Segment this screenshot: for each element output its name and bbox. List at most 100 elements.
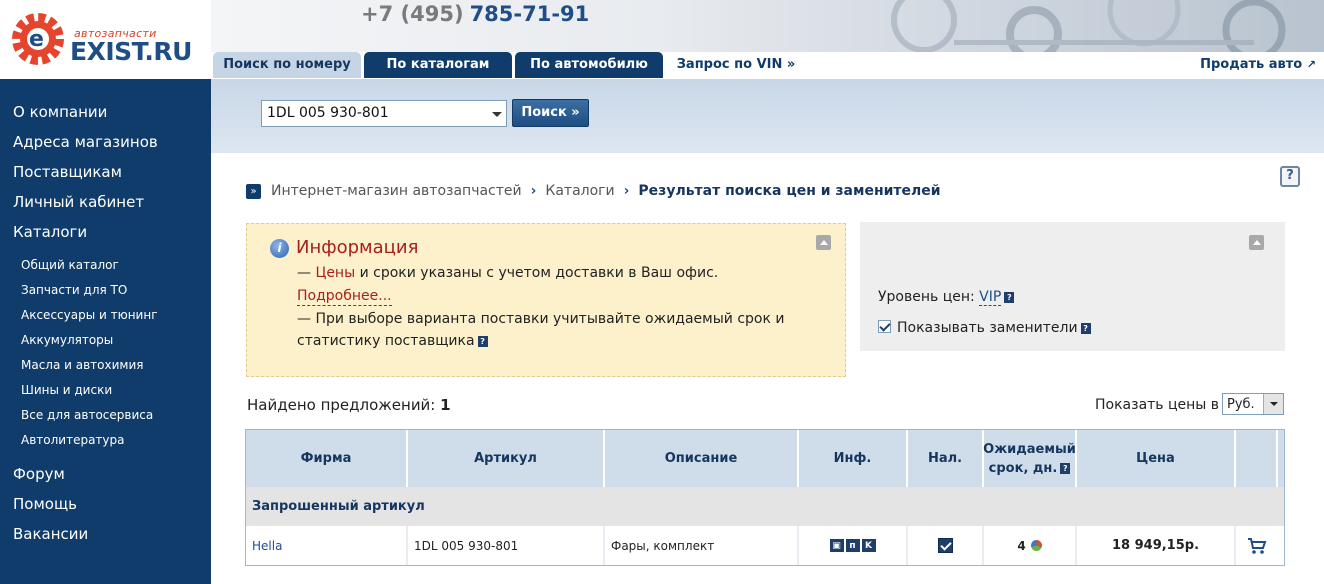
- question-icon[interactable]: ?: [477, 335, 488, 347]
- info-dash: —: [297, 265, 316, 281]
- sidebar-item-jobs[interactable]: Вакансии: [13, 525, 88, 543]
- breadcrumb-catalogs[interactable]: Каталоги: [545, 183, 614, 199]
- chevron-down-icon[interactable]: [1263, 394, 1283, 414]
- info-line-prices: — Цены и сроки указаны с учетом доставки…: [297, 265, 718, 281]
- more-details-link[interactable]: Подробнее...: [297, 288, 392, 306]
- show-substitutes-row: Показывать заменители?: [878, 320, 1091, 336]
- sidebar-sub-tires[interactable]: Шины и диски: [21, 383, 112, 397]
- part-number-input[interactable]: 1DL 005 930-801: [261, 100, 507, 127]
- breadcrumb: » Интернет-магазин автозапчастей › Катал…: [246, 181, 941, 201]
- group-title: Запрошенный артикул: [252, 499, 425, 514]
- sidebar-item-stores[interactable]: Адреса магазинов: [13, 133, 158, 151]
- collapse-settings-button[interactable]: [1249, 235, 1264, 250]
- show-substitutes-checkbox[interactable]: [878, 320, 891, 333]
- results-table: Фирма Артикул Описание Инф. Нал. Ожидаем…: [245, 429, 1285, 566]
- pn-icon[interactable]: п: [845, 539, 860, 552]
- search-button[interactable]: Поиск »: [512, 99, 589, 127]
- prices-link[interactable]: Цены: [315, 265, 355, 281]
- offers-found-count: 1: [440, 396, 451, 414]
- breadcrumb-separator-icon: ›: [623, 183, 630, 199]
- sidebar-item-suppliers[interactable]: Поставщикам: [13, 163, 122, 181]
- question-icon[interactable]: ?: [1060, 462, 1071, 474]
- sidebar-sub-batteries[interactable]: Аккумуляторы: [21, 333, 113, 347]
- engine-banner-image: [891, 0, 1286, 52]
- breadcrumb-current: Результат поиска цен и заменителей: [638, 183, 941, 199]
- col-availability[interactable]: Нал.: [908, 430, 984, 487]
- in-stock-check-icon: [937, 538, 953, 553]
- pie-chart-icon[interactable]: [1030, 540, 1042, 551]
- row-article: 1DL 005 930-801: [408, 526, 605, 565]
- row-term: 4: [984, 526, 1077, 565]
- col-term-line2: срок, дн.: [988, 460, 1058, 476]
- col-cart: [1236, 430, 1278, 487]
- row-firm: Hella: [246, 526, 408, 565]
- cart-icon[interactable]: [1247, 537, 1267, 555]
- breadcrumb-separator-icon: ›: [530, 183, 537, 199]
- sidebar-item-forum[interactable]: Форум: [13, 465, 65, 483]
- question-icon[interactable]: ?: [1004, 291, 1015, 303]
- col-price[interactable]: Цена: [1077, 430, 1236, 487]
- sidebar-item-account[interactable]: Личный кабинет: [13, 193, 144, 211]
- price-settings-panel: Уровень цен: VIP? Показывать заменители?: [860, 222, 1285, 351]
- camera-icon[interactable]: ▣: [829, 539, 844, 552]
- currency-select[interactable]: Руб.: [1222, 393, 1284, 415]
- sidebar-item-catalogs[interactable]: Каталоги: [13, 223, 87, 241]
- row-cart: [1236, 526, 1278, 565]
- sidebar-item-about[interactable]: О компании: [13, 103, 107, 121]
- breadcrumb-arrow-icon: »: [246, 183, 261, 199]
- phone-number: +7 (495) 785-71-91: [361, 2, 589, 26]
- col-description[interactable]: Описание: [605, 430, 799, 487]
- collapse-info-button[interactable]: [816, 235, 831, 250]
- sidebar: О компании Адреса магазинов Поставщикам …: [0, 79, 211, 584]
- k-icon[interactable]: K: [861, 539, 876, 552]
- row-price: 18 949,15р.: [1077, 526, 1236, 565]
- sidebar-sub-maintenance-parts[interactable]: Запчасти для ТО: [21, 283, 127, 297]
- currency-label: Показать цены в: [1095, 397, 1220, 413]
- offers-found-label: Найдено предложений:: [247, 396, 436, 414]
- sidebar-sub-general-catalog[interactable]: Общий каталог: [21, 258, 119, 272]
- group-row-requested: Запрошенный артикул: [246, 487, 1284, 526]
- firm-link[interactable]: Hella: [252, 539, 282, 553]
- sidebar-sub-literature[interactable]: Автолитература: [21, 433, 125, 447]
- col-article[interactable]: Артикул: [408, 430, 605, 487]
- header-banner: +7 (495) 785-71-91: [211, 0, 1324, 52]
- sidebar-sub-accessories[interactable]: Аксессуары и тюнинг: [21, 308, 158, 322]
- sidebar-sub-oils[interactable]: Масла и автохимия: [21, 358, 143, 372]
- sell-car-link[interactable]: Продать авто ↗: [1200, 57, 1316, 72]
- gear-logo-icon: e: [12, 13, 64, 65]
- tab-by-car[interactable]: По автомобилю: [515, 52, 663, 78]
- sidebar-item-help[interactable]: Помощь: [13, 495, 77, 513]
- col-term-line2-wrap: срок, дн.?: [989, 459, 1071, 478]
- sidebar-sub-service[interactable]: Все для автосервиса: [21, 408, 153, 422]
- table-row: Hella 1DL 005 930-801 Фары, комплект ▣ п…: [246, 526, 1284, 565]
- tab-search-by-number[interactable]: Поиск по номеру: [213, 52, 361, 78]
- external-link-icon: ↗: [1306, 58, 1316, 71]
- info-panel: i Информация — Цены и сроки указаны с уч…: [246, 223, 846, 377]
- search-panel: 1DL 005 930-801 Поиск »: [211, 79, 1324, 153]
- help-icon[interactable]: ?: [1280, 166, 1300, 187]
- price-value: 18 949,15р.: [1111, 538, 1200, 553]
- offers-found: Найдено предложений: 1: [247, 396, 451, 414]
- col-term[interactable]: Ожидаемый срок, дн.?: [983, 430, 1077, 487]
- table-header: Фирма Артикул Описание Инф. Нал. Ожидаем…: [246, 430, 1284, 487]
- info-title: Информация: [296, 237, 419, 258]
- info-line3-text: статистику поставщика: [297, 333, 475, 349]
- site-logo[interactable]: e автозапчасти EXIST.RU: [0, 0, 211, 79]
- phone-main: 785-71-91: [469, 2, 590, 26]
- part-number-value: 1DL 005 930-801: [267, 105, 389, 121]
- col-info: Инф.: [799, 430, 908, 487]
- search-tabs: Поиск по номеру По каталогам По автомоби…: [211, 52, 1324, 79]
- price-level-row: Уровень цен: VIP?: [878, 289, 1015, 306]
- info-line-delivery: — При выборе варианта поставки учитывайт…: [297, 311, 785, 327]
- term-value: 4: [1017, 538, 1026, 553]
- row-description: Фары, комплект: [605, 526, 799, 565]
- info-line1-text: и сроки указаны с учетом доставки в Ваш …: [355, 265, 719, 281]
- col-firm[interactable]: Фирма: [246, 430, 408, 487]
- question-icon[interactable]: ?: [1080, 322, 1091, 334]
- row-availability: [908, 526, 984, 565]
- price-level-value[interactable]: VIP: [979, 289, 1002, 306]
- dropdown-arrow-icon[interactable]: [492, 112, 502, 117]
- tab-vin-request[interactable]: Запрос по VIN »: [666, 52, 806, 78]
- tab-by-catalogs[interactable]: По каталогам: [364, 52, 512, 78]
- breadcrumb-shop[interactable]: Интернет-магазин автозапчастей: [271, 183, 522, 199]
